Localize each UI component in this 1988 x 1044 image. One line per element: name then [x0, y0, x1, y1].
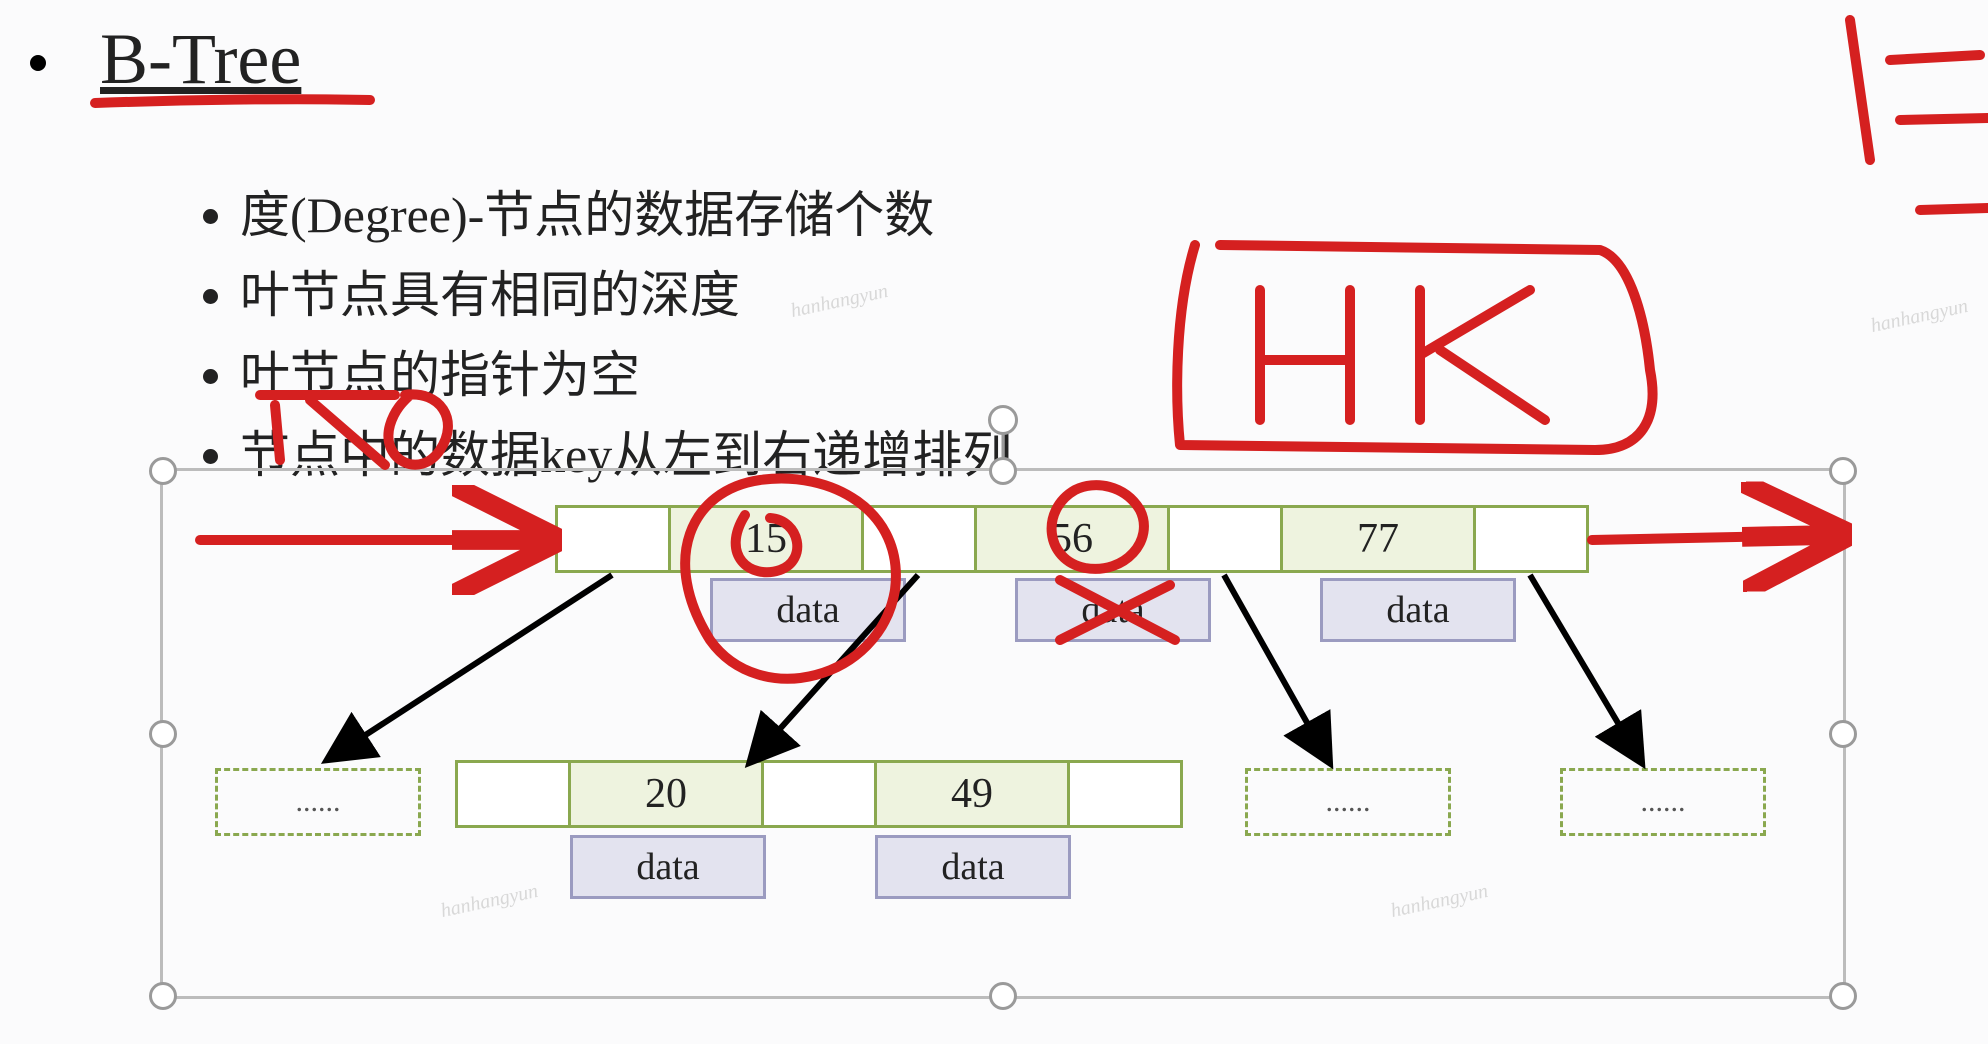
child-ptr-2 [1067, 763, 1180, 825]
watermark: hanhangyun [1869, 295, 1971, 338]
child-ptr-0 [458, 763, 568, 825]
slide-canvas: { "title": "B-Tree", "bullets": [ "度(Deg… [0, 0, 1988, 1044]
bullet-list: 度(Degree)-节点的数据存储个数 叶节点具有相同的深度 叶节点的指针为空 … [140, 175, 1012, 495]
child-key-0: 20 [568, 763, 761, 825]
resize-handle-tr[interactable] [1829, 457, 1857, 485]
btree-root-node: 15 56 77 [555, 505, 1589, 573]
root-key-0: 15 [668, 508, 861, 570]
resize-handle-ml[interactable] [149, 720, 177, 748]
root-data-0: data [710, 578, 906, 642]
root-ptr-3 [1473, 508, 1586, 570]
root-ptr-0 [558, 508, 668, 570]
ellipsis-box-2: ...... [1560, 768, 1766, 836]
root-ptr-2 [1167, 508, 1280, 570]
root-key-2: 77 [1280, 508, 1473, 570]
child-data-1: data [875, 835, 1071, 899]
resize-handle-bl[interactable] [149, 982, 177, 1010]
ellipsis-box-0: ...... [215, 768, 421, 836]
bullet-item: 度(Degree)-节点的数据存储个数 [240, 175, 1012, 255]
resize-handle-tl[interactable] [149, 457, 177, 485]
resize-handle-br[interactable] [1829, 982, 1857, 1010]
bullet-item: 叶节点的指针为空 [240, 335, 1012, 415]
root-key-1: 56 [974, 508, 1167, 570]
title-bullet-dot [30, 55, 46, 71]
resize-handle-bm[interactable] [989, 982, 1017, 1010]
ellipsis-box-1: ...... [1245, 768, 1451, 836]
child-data-0: data [570, 835, 766, 899]
root-ptr-1 [861, 508, 974, 570]
rotate-handle-icon[interactable] [988, 405, 1018, 435]
bullet-item: 叶节点具有相同的深度 [240, 255, 1012, 335]
resize-handle-tm[interactable] [989, 457, 1017, 485]
child-key-1: 49 [874, 763, 1067, 825]
resize-handle-mr[interactable] [1829, 720, 1857, 748]
child-ptr-1 [761, 763, 874, 825]
root-data-1: data [1015, 578, 1211, 642]
page-title: B-Tree [100, 18, 301, 101]
btree-child-node: 20 49 [455, 760, 1183, 828]
root-data-2: data [1320, 578, 1516, 642]
